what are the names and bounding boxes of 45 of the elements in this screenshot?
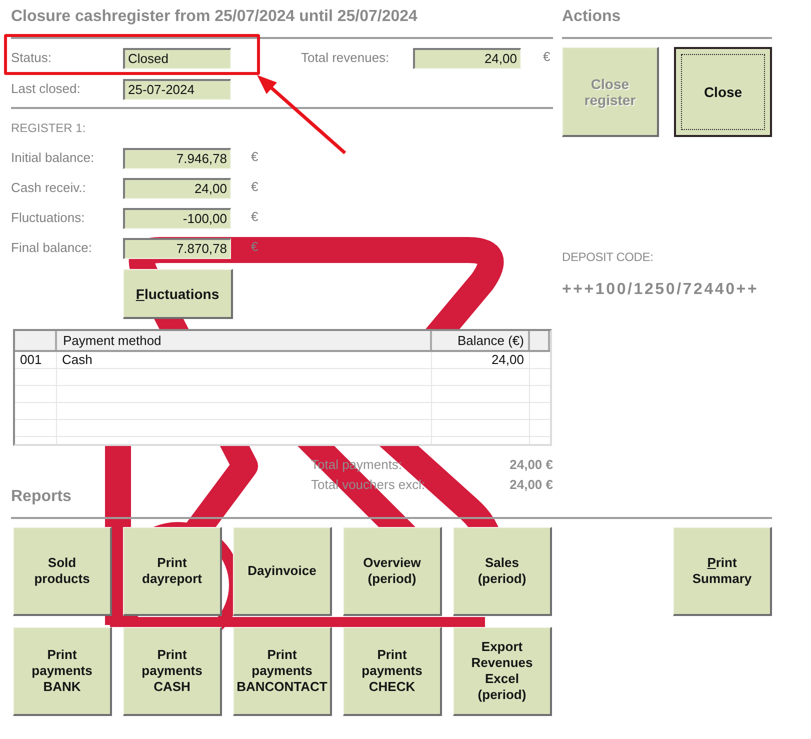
report-button[interactable]: Print payments BANK — [13, 627, 112, 716]
report-button[interactable]: Print payments CHECK — [343, 627, 442, 716]
field-label: Initial balance: — [11, 149, 96, 166]
report-button[interactable]: Export Revenues Excel (period) — [453, 627, 552, 716]
report-button[interactable]: Sales (period) — [453, 527, 552, 616]
field-label: Fluctuations: — [11, 209, 86, 226]
field-label: Final balance: — [11, 239, 93, 256]
section-label: REGISTER 1: — [11, 120, 86, 136]
value-field[interactable]: Closed — [123, 48, 231, 69]
report-button[interactable]: Print payments BANCONTACT — [233, 627, 332, 716]
field-label: Last closed: — [11, 80, 82, 97]
amount-field[interactable]: 24,00 — [123, 178, 231, 199]
report-button[interactable]: Overview (period) — [343, 527, 442, 616]
table-cell-text: 24,00 — [490, 352, 525, 369]
amount-field[interactable]: -100,00 — [123, 208, 231, 229]
total-value: 24,00 € — [510, 476, 553, 494]
total-value: 24,00 € — [510, 456, 553, 474]
report-button[interactable]: Print payments CASH — [123, 627, 222, 716]
reports-heading: Reports — [11, 487, 72, 507]
actions-heading: Actions — [562, 7, 621, 27]
action-button[interactable]: Close — [674, 47, 772, 137]
field-label: Cash receiv.: — [11, 179, 87, 196]
deposit-label: DEPOSIT CODE: — [562, 250, 654, 264]
report-button[interactable]: Dayinvoice — [233, 527, 332, 616]
amount-field[interactable]: 7.870,78 — [123, 238, 231, 259]
currency-sign: € — [251, 178, 258, 195]
currency-sign: € — [251, 208, 258, 225]
field-label: Status: — [11, 49, 52, 66]
currency-sign: € — [251, 238, 258, 255]
field-label: Total revenues: — [301, 49, 390, 66]
value-field[interactable]: 25-07-2024 — [123, 79, 231, 100]
amount-field[interactable]: 7.946,78 — [123, 148, 231, 169]
column-header[interactable]: Payment method — [57, 331, 432, 350]
currency-sign: € — [251, 148, 258, 165]
table-cell-text: 001 — [19, 352, 43, 369]
fluctuations-button[interactable]: Fluctuations — [123, 269, 233, 319]
report-button[interactable]: Print Summary — [673, 527, 772, 616]
report-button[interactable]: Sold products — [13, 527, 112, 616]
deposit-code: +++100/1250/72440++ — [562, 281, 759, 299]
column-header[interactable]: Balance (€) — [432, 331, 530, 350]
report-button[interactable]: Print dayreport — [123, 527, 222, 616]
amount-field[interactable]: 24,00 — [413, 48, 521, 69]
page-title: Closure cashregister from 25/07/2024 until 25/07/2024 — [11, 7, 418, 27]
table-cell-text: Cash — [61, 352, 94, 369]
currency-sign: € — [543, 48, 550, 65]
